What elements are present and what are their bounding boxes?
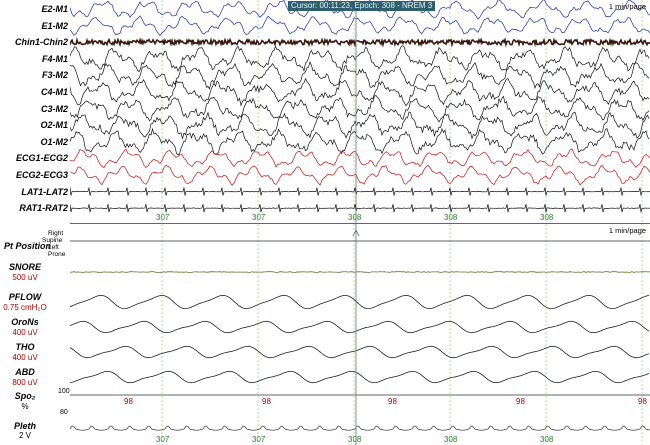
trace-abd <box>70 370 650 384</box>
eeg-label-column: E2-M1 E1-M2 Chin1-Chin2 F4-M1 F3-M2 C4-M1 C3-M… <box>0 0 70 224</box>
channel-label-e2-m1: E2-M1 <box>41 4 68 14</box>
trace-f3-m2 <box>70 60 650 90</box>
channel-label-o1-m2: O1-M2 <box>40 136 68 147</box>
cursor-status-banner: Cursor: 00:11:23, Epoch: 308 - NREM 3 <box>288 1 436 11</box>
trace-pflow <box>70 294 650 310</box>
channel-scale-snore: 500 uV <box>12 273 38 282</box>
trace-o1-m2 <box>70 127 650 156</box>
page-scale-label-bottom[interactable]: 1 min/page <box>609 226 646 235</box>
trace-f4-m1 <box>70 45 650 73</box>
position-level-right: Right <box>48 230 64 237</box>
epoch-number: 307 <box>252 435 266 444</box>
channel-label-abd: ABD <box>15 367 35 377</box>
trace-orons <box>70 320 650 334</box>
trace-lat1-lat2 <box>70 187 650 196</box>
trace-pleth <box>70 425 650 431</box>
channel-label-snore: SNORE <box>8 262 41 272</box>
channel-label-ecg1-ecg2: ECG1-ECG2 <box>15 153 68 164</box>
spo2-value: 98 <box>516 397 525 406</box>
epoch-number: 308 <box>444 435 458 444</box>
channel-label-tho: THO <box>15 342 35 352</box>
channel-label-ecg2-ecg3: ECG2-ECG3 <box>15 170 68 180</box>
epoch-number: 307 <box>156 435 170 444</box>
spo2-value: 98 <box>388 397 397 406</box>
channel-scale-abd: 800 uV <box>12 378 38 387</box>
epoch-number: 308 <box>540 213 554 222</box>
epoch-number: 308 <box>348 213 362 222</box>
channel-label-f3-m2: F3-M2 <box>41 70 68 81</box>
trace-c4-m1 <box>70 77 650 107</box>
trace-ecg2-ecg3 <box>70 164 650 186</box>
spo2-unit: % <box>21 402 29 411</box>
epoch-number: 308 <box>540 435 554 444</box>
respiratory-panel: Pt Position SNORE 500 uV PFLOW 0.75 cmH₂O Oro… <box>0 224 650 445</box>
trace-chin1-chin2 <box>70 37 650 48</box>
position-level-prone: Prone <box>48 251 66 258</box>
spo2-value: 98 <box>262 397 271 406</box>
channel-label-pflow: PFLOW <box>8 292 42 302</box>
respiratory-trace-area[interactable] <box>70 224 650 445</box>
eeg-panel: E2-M1 E1-M2 Chin1-Chin2 F4-M1 F3-M2 C4-M1 C3-M… <box>0 0 650 224</box>
channel-label-c3-m2: C3-M2 <box>40 103 68 114</box>
spo2-scale-top: 100 <box>58 388 70 395</box>
channel-label-spo2: Spo₂ <box>14 391 36 401</box>
trace-snore <box>70 271 650 273</box>
epoch-number: 307 <box>252 213 266 222</box>
channel-label-orons: OroNs <box>11 317 39 327</box>
trace-ecg1-ecg2 <box>70 148 650 168</box>
page-scale-label[interactable]: 1 min/page <box>609 2 646 11</box>
channel-scale-pflow: 0.75 cmH₂O <box>3 303 47 312</box>
eeg-trace-area[interactable] <box>70 0 650 224</box>
epoch-number: 308 <box>348 435 362 444</box>
spo2-scale-bottom: 80 <box>60 409 68 416</box>
trace-e1-m2 <box>70 15 650 37</box>
channel-label-lat1-lat2: LAT1-LAT2 <box>21 186 68 197</box>
spo2-value: 98 <box>638 397 647 406</box>
channel-label-f4-m1: F4-M1 <box>41 53 68 64</box>
channel-label-chin1-chin2: Chin1-Chin2 <box>15 37 68 48</box>
channel-label-c4-m1: C4-M1 <box>40 87 68 97</box>
trace-tho <box>70 345 650 359</box>
epoch-number: 307 <box>156 213 170 222</box>
channel-label-o2-m1: O2-M1 <box>40 120 68 131</box>
position-level-supine: Supine <box>42 237 63 244</box>
epoch-number: 308 <box>444 213 458 222</box>
trace-rat1-rat2 <box>70 204 650 213</box>
spo2-value: 98 <box>124 397 133 406</box>
channel-scale-orons: 400 uV <box>12 328 38 337</box>
psg-viewer-window: E2-M1 E1-M2 Chin1-Chin2 F4-M1 F3-M2 C4-M1 C3-M… <box>0 0 650 445</box>
channel-scale-tho: 400 uV <box>12 353 38 362</box>
channel-scale-pleth: 2 V <box>18 431 31 440</box>
position-level-left: Left <box>48 244 59 251</box>
channel-label-e1-m2: E1-M2 <box>41 20 68 31</box>
channel-label-rat1-rat2: RAT1-RAT2 <box>19 203 68 214</box>
